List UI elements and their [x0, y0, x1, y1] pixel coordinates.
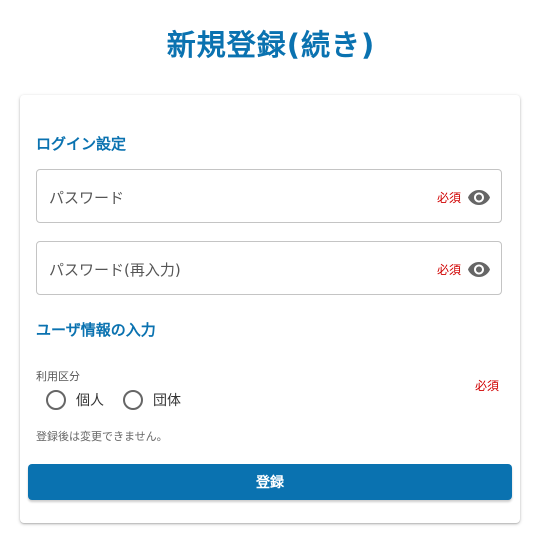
eye-icon[interactable]	[467, 185, 491, 209]
usage-type-helper-text: 登録後は変更できません。	[36, 430, 168, 443]
radio-organization-label: 団体	[153, 393, 181, 409]
password-label: パスワード	[49, 189, 125, 207]
register-button[interactable]: 登録	[28, 464, 512, 500]
usage-type-required-badge: 必須	[475, 379, 500, 393]
password-required-badge: 必須	[436, 191, 461, 205]
user-info-heading: ユーザ情報の入力	[36, 321, 156, 339]
login-settings-heading: ログイン設定	[36, 135, 127, 153]
password-confirm-field[interactable]: パスワード(再入力) 必須	[36, 241, 502, 295]
radio-individual[interactable]: 個人	[46, 389, 104, 411]
radio-individual-label: 個人	[76, 393, 104, 409]
registration-card: ログイン設定 パスワード 必須 パスワード(再入力) 必須 ユーザ情報の入力 利…	[20, 95, 520, 523]
eye-icon[interactable]	[467, 257, 491, 281]
radio-button[interactable]	[46, 390, 66, 410]
page-title: 新規登録(続き)	[166, 28, 376, 62]
password-field[interactable]: パスワード 必須	[36, 169, 502, 223]
password-confirm-required-badge: 必須	[436, 263, 461, 277]
usage-type-label: 利用区分	[36, 370, 80, 383]
password-confirm-label: パスワード(再入力)	[49, 261, 181, 279]
radio-button[interactable]	[123, 390, 143, 410]
radio-organization[interactable]: 団体	[123, 389, 181, 411]
